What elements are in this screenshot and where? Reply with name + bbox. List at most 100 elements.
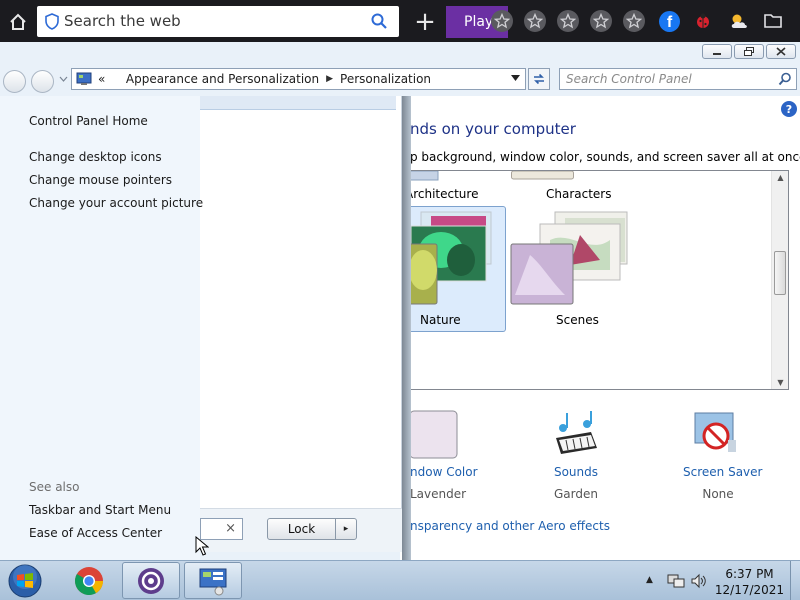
power-options-arrow-icon[interactable]: ▸ [336,519,356,539]
weather-icon[interactable] [728,11,750,31]
help-icon[interactable]: ? [781,101,797,117]
start-menu-right-pane [200,96,402,552]
screen-saver-icon[interactable] [692,410,742,458]
navigation-bar: « ▸ Appearance and Personalization ▶ Per… [0,66,800,94]
sidebar-link-desktop-icons[interactable]: Change desktop icons [29,150,162,164]
facebook-letter: f [666,14,673,31]
shield-icon [45,13,59,30]
web-search-box[interactable]: Search the web [37,6,399,37]
theme-thumbnail-characters[interactable] [511,171,575,181]
theme-label-nature[interactable]: Nature [420,313,461,327]
home-button[interactable] [4,8,32,36]
sidebar-link-account-picture[interactable]: Change your account picture [29,196,203,210]
taskbar-control-panel[interactable] [184,562,242,599]
minimize-button[interactable] [702,44,732,59]
lock-button[interactable]: Lock ▸ [267,518,357,540]
sounds-title[interactable]: Sounds [550,465,602,479]
favorite-slot-4[interactable] [590,10,612,32]
system-clock[interactable]: 6:37 PM 12/17/2021 [712,566,787,598]
control-panel-search-input[interactable]: Search Control Panel [559,68,797,90]
breadcrumb-personalization[interactable]: Personalization [340,72,431,86]
theme-list-scrollbar[interactable]: ▲ ▼ [771,171,788,389]
window-color-setting[interactable]: ndow Color Lavender [410,465,478,501]
app-icon [138,567,164,594]
ladybug-icon[interactable] [693,11,713,31]
search-icon[interactable] [778,72,792,86]
screen-saver-title[interactable]: Screen Saver [683,465,762,479]
maximize-button[interactable] [734,44,764,59]
sidebar-link-control-panel-home[interactable]: Control Panel Home [29,114,148,128]
clear-search-icon[interactable]: × [225,521,236,536]
aero-effects-link[interactable]: nsparency and other Aero effects [410,519,610,533]
forward-button[interactable] [31,70,54,93]
page-description: p background, window color, sounds, and … [410,150,800,164]
window-color-icon[interactable] [409,410,459,460]
taskbar-chrome[interactable] [60,562,118,599]
favorite-slot-1[interactable] [491,10,513,32]
address-bar[interactable]: « ▸ Appearance and Personalization ▶ Per… [71,68,526,90]
sidebar-link-mouse-pointers[interactable]: Change mouse pointers [29,173,172,187]
star-icon [626,13,642,29]
sounds-icon[interactable] [551,410,601,458]
help-label: ? [785,102,793,116]
breadcrumb-prefix[interactable]: « [98,72,105,86]
close-icon [776,47,786,56]
restore-icon [744,46,754,56]
page-heading: nds on your computer [410,120,576,138]
volume-icon[interactable] [690,573,708,589]
network-icon[interactable] [667,573,685,589]
favorite-slot-5[interactable] [623,10,645,32]
screen-saver-value: None [702,487,734,501]
start-menu: Control Panel Home Change desktop icons … [0,96,411,560]
sounds-setting[interactable]: Sounds Garden [550,465,602,501]
star-icon [494,13,510,29]
screen-saver-setting[interactable]: Screen Saver None [683,465,762,501]
start-menu-edge [402,96,411,560]
favorite-slot-3[interactable] [557,10,579,32]
star-icon [593,13,609,29]
facebook-icon[interactable]: f [659,11,680,32]
folder-icon[interactable] [763,12,783,30]
window-color-title[interactable]: ndow Color [410,465,478,479]
scroll-thumb[interactable] [774,251,786,295]
play-label: Play [464,14,494,30]
show-desktop-button[interactable] [790,561,800,600]
favorite-slot-2[interactable] [524,10,546,32]
search-icon[interactable] [371,13,387,29]
lock-label[interactable]: Lock [268,519,336,539]
breadcrumb-separator[interactable]: ▶ [326,74,333,84]
web-search-placeholder: Search the web [64,12,181,30]
scroll-up-arrow-icon[interactable]: ▲ [772,173,789,182]
windows-start-orb-icon[interactable] [6,563,44,599]
chevron-down-icon[interactable] [59,76,68,82]
clock-time: 6:37 PM [725,567,774,581]
sounds-value: Garden [554,487,598,501]
taskbar-app[interactable] [122,562,180,599]
breadcrumb-appearance[interactable]: Appearance and Personalization [126,72,319,86]
sidebar-link-ease-of-access[interactable]: Ease of Access Center [29,526,162,540]
sidebar-link-taskbar-start-menu[interactable]: Taskbar and Start Menu [29,503,171,517]
see-also-heading: See also [29,480,80,494]
theme-thumbnail-scenes[interactable] [510,210,635,306]
close-button[interactable] [766,44,796,59]
refresh-button[interactable] [528,68,550,90]
new-tab-button[interactable]: + [410,7,440,37]
plus-icon: + [414,7,436,37]
minimize-icon [713,52,721,55]
scroll-down-arrow-icon[interactable]: ▼ [772,378,789,387]
theme-thumbnail-nature[interactable] [401,210,501,306]
clock-date: 12/17/2021 [714,583,785,597]
back-button[interactable] [3,70,26,93]
show-hidden-icons-button[interactable]: ▲ [646,575,653,585]
start-menu-highlight-strip [200,96,396,110]
window-controls [702,44,796,59]
control-panel-icon [199,568,227,595]
theme-label-characters[interactable]: Characters [546,187,612,201]
theme-label-scenes[interactable]: Scenes [556,313,599,327]
window-color-value: Lavender [410,487,467,501]
theme-label-architecture[interactable]: Architecture [405,187,478,201]
taskbar: ▲ 6:37 PM 12/17/2021 [0,560,800,600]
refresh-icon [534,73,544,85]
chevron-down-icon[interactable] [511,75,520,81]
star-icon [560,13,576,29]
